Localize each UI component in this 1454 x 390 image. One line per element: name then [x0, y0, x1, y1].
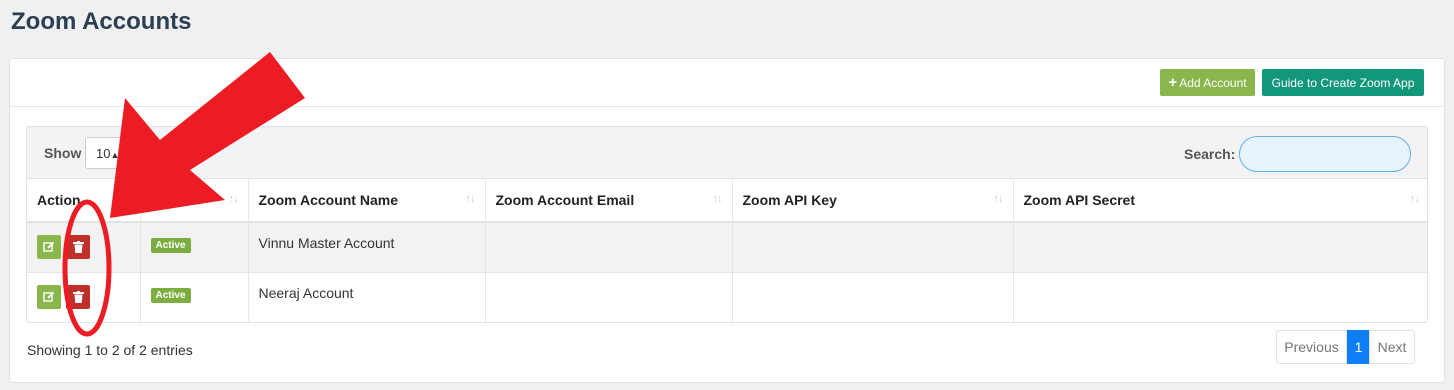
status-cell: Active [140, 272, 249, 322]
account-email-cell [485, 272, 733, 322]
entries-label: entries [137, 145, 183, 161]
accounts-card: + Add Account Guide to Create Zoom App S… [9, 58, 1445, 383]
table-header-row: Action Status ↑↓ Zoom Account Name ↑↓ Zoom… [27, 179, 1427, 223]
table-info: Showing 1 to 2 of 2 entries [27, 342, 193, 358]
action-cell [27, 222, 141, 273]
column-header-action: Action [27, 179, 141, 223]
edit-icon [43, 291, 55, 302]
accounts-table: Action Status ↑↓ Zoom Account Name ↑↓ Zoom… [27, 179, 1427, 322]
add-account-button[interactable]: + Add Account [1160, 69, 1255, 96]
add-account-label: Add Account [1179, 75, 1247, 90]
guide-button[interactable]: Guide to Create Zoom App [1262, 69, 1424, 96]
column-header-api-key[interactable]: Zoom API Key ↑↓ [732, 179, 1014, 223]
sort-icon: ↑↓ [1410, 193, 1420, 205]
account-name-cell: Vinnu Master Account [248, 222, 486, 273]
column-header-email[interactable]: Zoom Account Email ↑↓ [485, 179, 733, 223]
status-badge: Active [150, 287, 191, 303]
table-toolbar: Show 10▲︎ entries Search: [27, 127, 1427, 179]
page-length-select[interactable]: 10▲︎ [85, 137, 131, 169]
edit-icon [43, 241, 55, 252]
sort-icon: ↑↓ [712, 193, 723, 205]
action-cell [27, 272, 141, 322]
api-secret-cell [1013, 222, 1427, 273]
show-label: Show [44, 145, 82, 161]
sort-icon: ↑↓ [993, 193, 1004, 205]
account-email-cell [485, 222, 733, 273]
sort-icon: ↑↓ [465, 193, 476, 205]
table-row: Active Neeraj Account [27, 272, 1427, 322]
edit-button[interactable] [37, 284, 61, 309]
previous-page-button[interactable]: Previous [1276, 330, 1347, 364]
column-header-name[interactable]: Zoom Account Name ↑↓ [248, 179, 486, 223]
api-secret-cell [1013, 272, 1427, 322]
select-arrows-icon: ▲︎ [110, 150, 120, 160]
page-title: Zoom Accounts [11, 8, 192, 35]
trash-icon [72, 241, 84, 253]
accounts-table-wrapper: Show 10▲︎ entries Search: Action Status ↑… [26, 126, 1428, 323]
search-label: Search: [1184, 146, 1236, 162]
pagination: Previous 1 Next [1276, 330, 1415, 364]
edit-button[interactable] [37, 235, 61, 259]
sort-icon: ↑↓ [228, 193, 239, 205]
table-row: Active Vinnu Master Account [27, 222, 1427, 273]
delete-button[interactable] [66, 235, 90, 259]
delete-button[interactable] [66, 284, 90, 309]
status-badge: Active [150, 238, 191, 253]
api-key-cell [732, 222, 1014, 273]
page-1-button[interactable]: 1 [1347, 330, 1370, 364]
status-cell: Active [140, 222, 249, 273]
plus-icon: + [1168, 73, 1178, 91]
trash-icon [72, 290, 84, 303]
column-header-status[interactable]: Status ↑↓ [140, 179, 249, 223]
api-key-cell [732, 272, 1014, 322]
column-header-api-secret[interactable]: Zoom API Secret ↑↓ [1013, 179, 1427, 223]
card-header: + Add Account Guide to Create Zoom App [10, 59, 1444, 107]
search-input[interactable] [1239, 136, 1411, 172]
page-length-value: 10 [96, 146, 111, 161]
next-page-button[interactable]: Next [1369, 330, 1415, 364]
account-name-cell: Neeraj Account [248, 272, 486, 322]
